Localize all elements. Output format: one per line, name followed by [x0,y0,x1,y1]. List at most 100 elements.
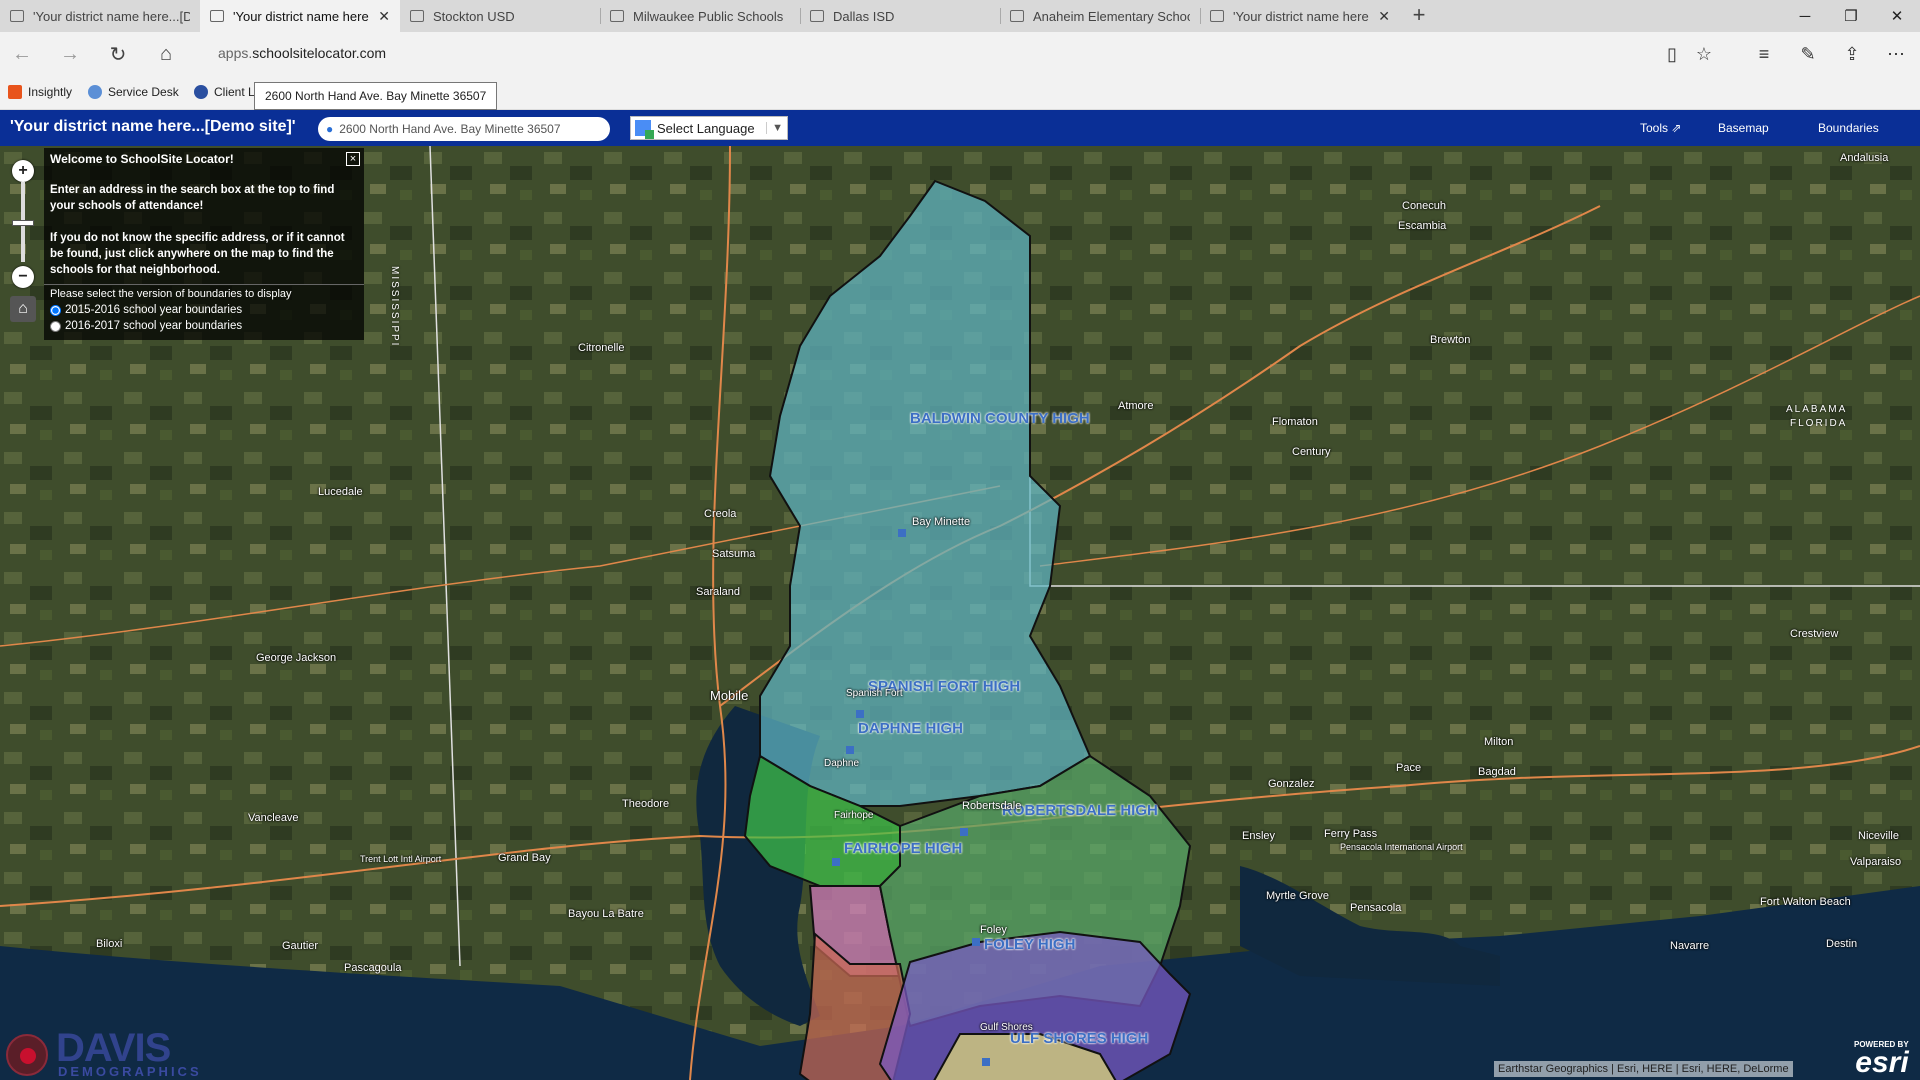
state-label: MISSISSIPPI [389,266,400,348]
home-extent-icon[interactable]: ⌂ [10,296,36,322]
new-tab-button[interactable]: + [1406,2,1432,28]
place-label: Bayou La Batre [568,908,644,920]
app-header: 'Your district name here...[Demo site]' … [0,110,1920,146]
reading-view-icon[interactable]: ▯ [1658,40,1686,68]
place-label: Satsuma [712,548,756,560]
school-marker[interactable] [846,746,854,754]
place-label: Mobile [710,688,749,703]
place-label: Pace [1396,762,1422,774]
place-label: Bagdad [1478,766,1516,778]
close-tab-icon[interactable]: ✕ [1378,8,1390,25]
zoom-in-button[interactable]: + [12,160,34,182]
browser-tab[interactable]: 'Your district name here ✕ [1200,0,1400,32]
place-label: Pensacola International Airport [1340,842,1463,852]
boundaries-button[interactable]: Boundaries [1818,121,1879,135]
browser-tab[interactable]: Milwaukee Public Schools [600,0,800,32]
close-window-button[interactable]: ✕ [1874,0,1920,32]
welcome-instructions: Enter an address in the search box at th… [50,184,335,212]
page-icon [610,10,624,22]
favorite-client[interactable]: Client L [194,85,255,99]
address-search[interactable]: ● [318,117,610,141]
school-zone-label: DAPHNE HIGH [858,720,964,737]
place-label: Flomaton [1272,416,1318,428]
boundary-option[interactable]: 2015-2016 school year boundaries [50,304,358,316]
welcome-instructions: If you do not know the specific address,… [50,232,345,276]
favorite-star-icon[interactable]: ☆ [1690,40,1718,68]
place-label: Robertsdale [962,800,1022,812]
restore-window-button[interactable]: ❐ [1828,0,1874,32]
place-label: Ferry Pass [1324,828,1378,840]
home-icon[interactable]: ⌂ [152,40,180,68]
address-tooltip: 2600 North Hand Ave. Bay Minette 36507 [254,82,498,110]
boundary-radio-2015[interactable] [50,304,61,316]
more-icon[interactable]: ⋯ [1882,40,1910,68]
place-label: Daphne [824,758,860,769]
place-label: Conecuh [1402,200,1447,212]
back-arrow-icon[interactable]: ← [8,40,36,68]
boundary-version-selector: Please select the version of boundaries … [44,284,364,339]
web-note-icon[interactable]: ✎ [1794,40,1822,68]
address-search-input[interactable] [337,121,588,137]
place-label: Pascagoula [344,962,402,974]
place-label: Grand Bay [498,852,551,864]
place-label: Theodore [622,798,670,810]
school-zone-label: FOLEY HIGH [984,936,1076,953]
refresh-icon[interactable]: ↻ [104,40,132,68]
place-label: Vancleave [248,812,299,824]
boundary-radio-2016[interactable] [50,320,61,332]
place-label: Trent Lott Intl Airport [360,854,442,864]
zoom-out-button[interactable]: − [12,266,34,288]
school-marker[interactable] [856,710,864,718]
zoom-slider-thumb[interactable] [12,220,34,226]
place-label: Fort Walton Beach [1760,896,1851,908]
hub-icon[interactable]: ≡ [1750,40,1778,68]
browser-tab[interactable]: Dallas ISD [800,0,1000,32]
place-label: Myrtle Grove [1266,890,1329,902]
external-link-icon: ⇗ [1671,121,1682,135]
browser-tab[interactable]: Stockton USD [400,0,600,32]
browser-tab[interactable]: Anaheim Elementary Schoo [1000,0,1200,32]
place-label: Gautier [282,940,319,952]
browser-tab[interactable]: 'Your district name here...[D [0,0,200,32]
school-marker[interactable] [960,828,968,836]
page-icon [1010,10,1024,22]
esri-logo: POWERED BY esri [1854,1040,1909,1079]
school-marker[interactable] [898,529,906,537]
favorite-insightly[interactable]: Insightly [8,85,72,99]
place-label: Gulf Shores [980,1022,1033,1033]
school-zone-label: BALDWIN COUNTY HIGH [910,410,1090,427]
favorite-service-desk[interactable]: Service Desk [88,85,179,99]
browser-tab-strip: 'Your district name here...[D 'Your dist… [0,0,1920,32]
close-tab-icon[interactable]: ✕ [378,8,390,25]
basemap-button[interactable]: Basemap [1718,121,1769,135]
place-label: Andalusia [1840,152,1889,164]
location-pin-icon: ● [326,122,334,136]
school-marker[interactable] [972,938,980,946]
school-marker[interactable] [982,1058,990,1066]
insightly-icon [8,85,22,99]
address-bar-row: ← → ↻ ⌂ apps.schoolsitelocator.com ▯ ☆ ≡… [0,32,1920,76]
place-label: Atmore [1118,400,1154,412]
page-icon [1210,10,1224,22]
school-marker[interactable] [832,858,840,866]
close-icon[interactable]: × [346,152,360,166]
place-label: Bay Minette [912,516,971,528]
tools-button[interactable]: Tools ⇗ [1640,121,1681,135]
url-field[interactable]: apps.schoolsitelocator.com [218,45,386,61]
place-label: Gonzalez [1268,778,1315,790]
place-label: Milton [1484,736,1514,748]
boundary-option[interactable]: 2016-2017 school year boundaries [50,320,358,332]
forward-arrow-icon[interactable]: → [56,40,84,68]
place-label: Spanish Fort [846,688,903,699]
language-select[interactable]: Select Language ▼ [630,116,788,140]
place-label: Citronelle [578,342,625,354]
boundary-version-question: Please select the version of boundaries … [50,288,292,300]
minimize-window-button[interactable]: ─ [1782,0,1828,32]
place-label: Creola [704,508,737,520]
browser-tab-active[interactable]: 'Your district name here ✕ [200,0,400,32]
place-label: Crestview [1790,628,1839,640]
google-translate-icon [635,120,654,139]
share-icon[interactable]: ⇪ [1838,40,1866,68]
page-icon [10,10,24,22]
place-label: George Jackson [256,652,337,664]
